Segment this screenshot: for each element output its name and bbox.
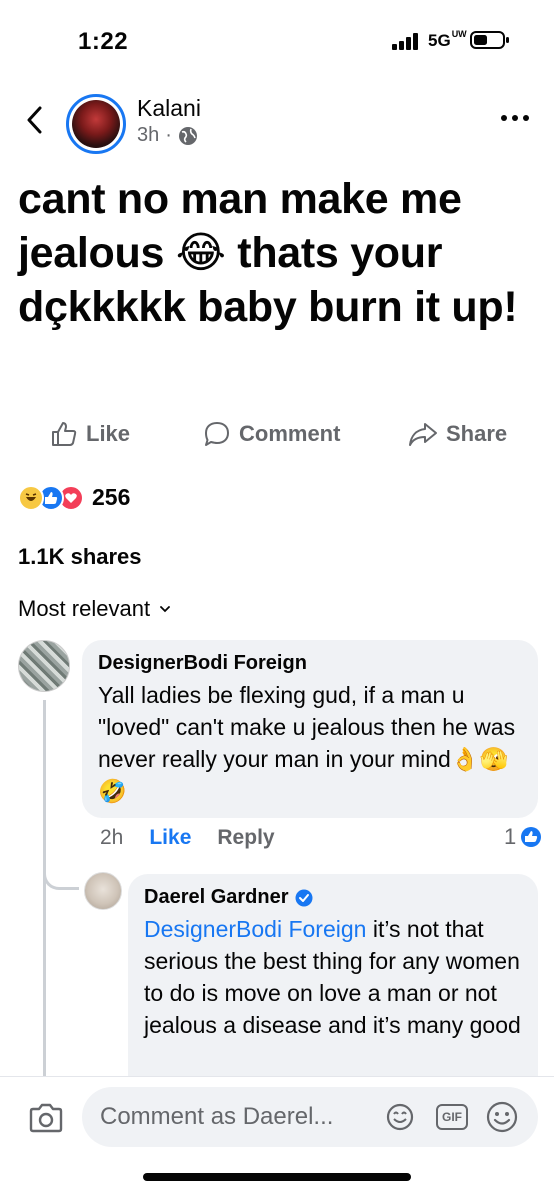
reply-author[interactable]: Daerel Gardner xyxy=(144,886,289,909)
reply-avatar[interactable] xyxy=(84,872,122,910)
network-indicator: 5GUW xyxy=(428,29,467,51)
share-label: Share xyxy=(446,421,508,446)
globe-icon xyxy=(178,126,197,145)
back-button[interactable] xyxy=(18,100,50,140)
comment-reactions[interactable]: 1 xyxy=(504,824,542,850)
comment-bubble: DesignerBodi Foreign Yall ladies be flex… xyxy=(82,640,538,818)
home-indicator xyxy=(143,1173,411,1181)
post-time: 3h xyxy=(137,124,160,146)
post-meta: 3h · xyxy=(137,124,198,147)
author-avatar[interactable] xyxy=(66,94,126,154)
comment-label: Comment xyxy=(239,421,341,446)
reaction-count: 256 xyxy=(92,484,131,510)
comment-input[interactable]: Comment as Daerel... GIF xyxy=(82,1087,538,1147)
sticker-icon[interactable] xyxy=(386,1103,414,1131)
reply-author-row: Daerel Gardner xyxy=(144,886,522,909)
comment-button[interactable]: Comment xyxy=(203,420,340,448)
comment-composer: Comment as Daerel... GIF xyxy=(0,1076,554,1200)
comment-sort-dropdown[interactable]: Most relevant xyxy=(18,596,170,622)
comment-bubble-icon xyxy=(205,422,229,446)
avatar-image xyxy=(72,100,120,148)
post-action-bar: Like Comment Share xyxy=(0,420,554,462)
verified-badge-icon xyxy=(295,889,313,906)
reaction-summary[interactable]: 256 xyxy=(18,484,130,511)
share-arrow-icon xyxy=(409,423,437,446)
thread-line xyxy=(43,700,46,1080)
commenter-avatar[interactable] xyxy=(18,640,70,692)
share-count[interactable]: 1.1K shares xyxy=(18,544,142,570)
battery-icon xyxy=(470,31,509,49)
reply-bubble: Daerel Gardner DesignerBodi Foreign it’s… xyxy=(128,874,538,1104)
network-label: 5G xyxy=(428,31,451,50)
like-label: Like xyxy=(86,421,131,446)
sort-label: Most relevant xyxy=(18,596,151,621)
status-bar: 1:22 5GUW xyxy=(0,0,554,80)
comment-input-placeholder: Comment as Daerel... xyxy=(100,1103,334,1130)
network-badge: UW xyxy=(451,29,467,40)
chevron-down-icon xyxy=(160,606,170,613)
meta-separator: · xyxy=(165,124,172,146)
comment-reaction-count: 1 xyxy=(504,824,517,849)
status-time: 1:22 xyxy=(78,28,129,55)
reply-mention[interactable]: DesignerBodi Foreign xyxy=(144,916,366,942)
camera-icon[interactable] xyxy=(28,1103,64,1133)
emoji-icon[interactable] xyxy=(486,1101,518,1133)
reply-text: DesignerBodi Foreign it’s not that serio… xyxy=(144,913,522,1041)
share-button[interactable]: Share xyxy=(408,420,507,448)
comment-like-button[interactable]: Like xyxy=(149,826,191,850)
like-reaction-icon xyxy=(521,827,542,847)
comment-author[interactable]: DesignerBodi Foreign xyxy=(98,652,522,675)
more-options-button[interactable] xyxy=(500,108,540,132)
comment-meta: 2h Like Reply xyxy=(100,826,275,850)
comment-time: 2h xyxy=(100,826,124,849)
more-horizontal-icon xyxy=(501,115,529,121)
haha-reaction-icon xyxy=(18,484,44,511)
signal-icon xyxy=(392,33,418,50)
post-text: cant no man make me jealous 😂 thats your… xyxy=(18,175,518,331)
like-button[interactable]: Like xyxy=(50,420,130,448)
chevron-left-icon xyxy=(27,106,42,134)
comment-text: Yall ladies be flexing gud, if a man u "… xyxy=(98,682,516,804)
comment-reply-button[interactable]: Reply xyxy=(217,826,274,850)
gif-button[interactable]: GIF xyxy=(436,1104,468,1130)
thumbs-up-icon xyxy=(52,422,77,446)
author-name[interactable]: Kalani xyxy=(137,95,201,122)
thread-connector xyxy=(43,860,79,890)
